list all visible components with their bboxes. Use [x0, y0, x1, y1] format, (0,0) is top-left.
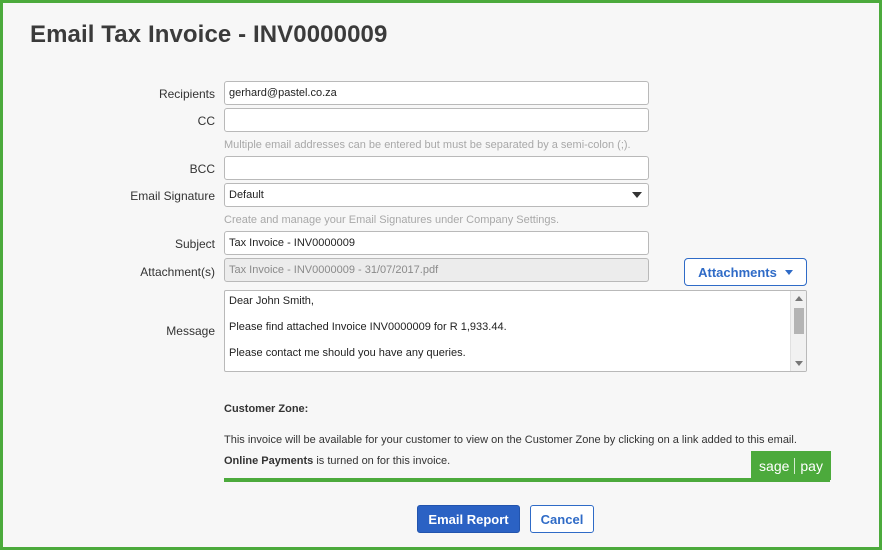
- online-payments-text: Online Payments is turned on for this in…: [224, 455, 450, 467]
- message-line: Please find attached Invoice INV0000009 …: [229, 321, 507, 333]
- email-dialog: Email Tax Invoice - INV0000009 Recipient…: [0, 0, 882, 550]
- signature-hint: Create and manage your Email Signatures …: [224, 214, 560, 226]
- caret-down-icon: [784, 269, 793, 275]
- cancel-button[interactable]: Cancel: [530, 505, 594, 533]
- attachments-button-label: Attachments: [698, 264, 777, 280]
- bcc-field[interactable]: [224, 156, 649, 180]
- signature-select-value: Default: [229, 189, 264, 201]
- message-line: Please contact me should you have any qu…: [229, 347, 466, 359]
- message-textarea[interactable]: Dear John Smith, Please find attached In…: [224, 290, 807, 372]
- scroll-up-icon[interactable]: [795, 296, 803, 301]
- cc-field[interactable]: [224, 108, 649, 132]
- online-payments-bold: Online Payments: [224, 455, 314, 467]
- message-line: Dear John Smith,: [229, 295, 314, 307]
- subject-field[interactable]: Tax Invoice - INV0000009: [224, 231, 649, 255]
- attachments-button[interactable]: Attachments: [684, 258, 807, 286]
- customer-zone-text: This invoice will be available for your …: [224, 434, 797, 446]
- scroll-down-icon[interactable]: [795, 361, 803, 366]
- logo-divider: [794, 457, 796, 474]
- customer-zone-divider: [224, 478, 830, 482]
- bcc-label: BCC: [189, 162, 215, 176]
- customer-zone-title: Customer Zone:: [224, 403, 309, 415]
- signature-select[interactable]: Default: [224, 183, 649, 207]
- attachments-label: Attachment(s): [140, 265, 215, 279]
- sage-pay-logo: sage pay: [751, 451, 831, 480]
- page-title: Email Tax Invoice - INV0000009: [30, 21, 388, 48]
- sage-pay-logo-left: sage: [759, 457, 790, 474]
- attachments-field: Tax Invoice - INV0000009 - 31/07/2017.pd…: [224, 258, 649, 282]
- signature-label: Email Signature: [130, 189, 215, 203]
- recipients-field[interactable]: gerhard@pastel.co.za: [224, 81, 649, 105]
- message-label: Message: [166, 324, 215, 338]
- subject-label: Subject: [174, 237, 215, 251]
- scroll-thumb[interactable]: [794, 308, 804, 334]
- recipients-label: Recipients: [158, 87, 215, 101]
- cc-hint: Multiple email addresses can be entered …: [224, 139, 631, 151]
- sage-pay-logo-right: pay: [800, 457, 823, 474]
- online-payments-rest: is turned on for this invoice.: [313, 455, 451, 467]
- email-report-button[interactable]: Email Report: [417, 505, 520, 533]
- message-scrollbar[interactable]: [790, 291, 806, 371]
- cc-label: CC: [197, 114, 215, 128]
- chevron-down-icon: [632, 192, 642, 198]
